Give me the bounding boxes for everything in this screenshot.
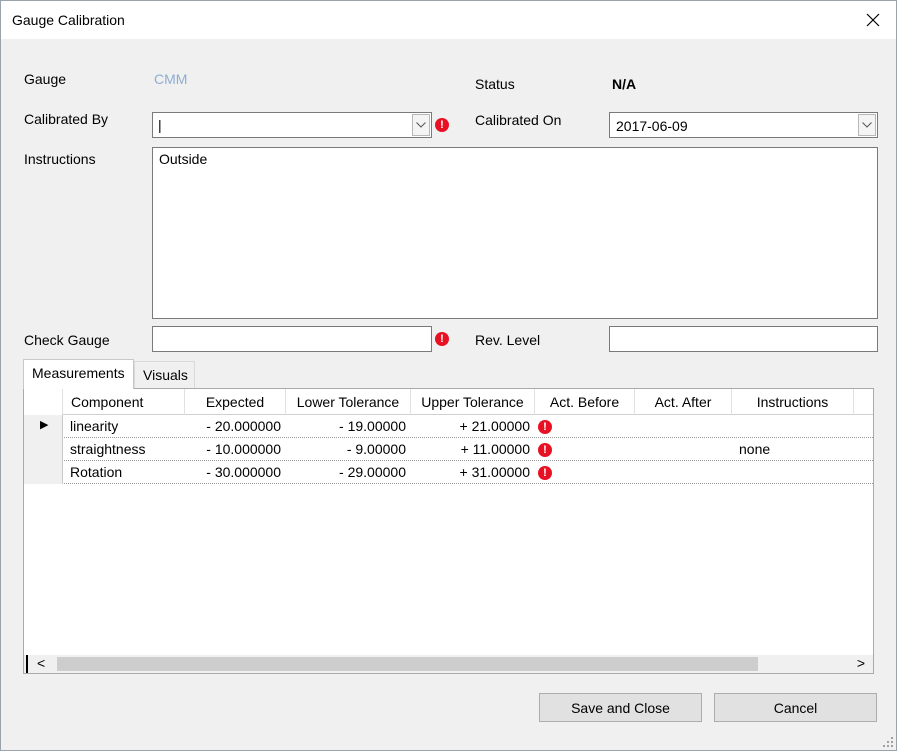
save-and-close-button[interactable]: Save and Close bbox=[539, 693, 702, 722]
tab-visuals[interactable]: Visuals bbox=[134, 361, 195, 388]
calibrated-by-value: | bbox=[158, 117, 162, 133]
gauge-label: Gauge bbox=[24, 71, 67, 87]
cell-expected[interactable]: - 20.000000 bbox=[185, 415, 281, 438]
calibrated-by-dropdown-button[interactable] bbox=[412, 114, 430, 136]
column-header-lower-tolerance[interactable]: Lower Tolerance bbox=[286, 389, 411, 415]
resize-grip-icon[interactable] bbox=[883, 737, 893, 747]
calibrated-on-datepicker[interactable]: 2017-06-09 bbox=[609, 112, 878, 138]
cell-upper-tolerance[interactable]: + 11.00000 bbox=[411, 438, 530, 461]
instructions-textarea[interactable]: Outside bbox=[152, 147, 878, 319]
window-title: Gauge Calibration bbox=[12, 12, 125, 28]
row-error-icon: ! bbox=[538, 420, 552, 434]
cell-expected[interactable]: - 10.000000 bbox=[185, 438, 281, 461]
row-error-icon: ! bbox=[538, 443, 552, 457]
cell-lower-tolerance[interactable]: - 9.00000 bbox=[286, 438, 406, 461]
instructions-value: Outside bbox=[159, 151, 208, 167]
grid-header: Component Expected Lower Tolerance Upper… bbox=[24, 389, 873, 415]
scroll-left-icon[interactable]: < bbox=[37, 655, 45, 671]
current-row-indicator-icon: ▶ bbox=[40, 419, 49, 431]
row-header[interactable] bbox=[24, 438, 63, 461]
calibrated-by-error-icon: ! bbox=[435, 118, 449, 132]
cell-instructions[interactable]: none bbox=[739, 438, 854, 461]
cell-act-after[interactable] bbox=[635, 461, 732, 484]
cell-upper-tolerance[interactable]: + 21.00000 bbox=[411, 415, 530, 438]
calibrated-by-combobox[interactable]: | bbox=[152, 112, 432, 138]
cell-instructions[interactable] bbox=[739, 461, 854, 484]
instructions-label: Instructions bbox=[24, 151, 96, 167]
rev-level-label: Rev. Level bbox=[475, 332, 541, 348]
scrollbar-edge bbox=[26, 655, 29, 673]
row-error-icon: ! bbox=[538, 466, 552, 480]
column-header-act-after[interactable]: Act. After bbox=[635, 389, 732, 415]
cell-component[interactable]: Rotation bbox=[70, 461, 185, 484]
calibrated-on-value: 2017-06-09 bbox=[616, 118, 688, 134]
gauge-calibration-dialog: Gauge Calibration Gauge CMM Status N/A C… bbox=[0, 0, 897, 751]
calibrated-on-dropdown-button[interactable] bbox=[858, 114, 876, 136]
title-bar: Gauge Calibration bbox=[1, 1, 896, 39]
chevron-down-icon bbox=[862, 122, 872, 128]
column-header-expected[interactable]: Expected bbox=[185, 389, 286, 415]
column-header-upper-tolerance[interactable]: Upper Tolerance bbox=[411, 389, 535, 415]
status-value: N/A bbox=[612, 76, 637, 92]
calibrated-by-label: Calibrated By bbox=[24, 111, 109, 127]
cell-component[interactable]: linearity bbox=[70, 415, 185, 438]
chevron-down-icon bbox=[416, 122, 426, 128]
gauge-value: CMM bbox=[154, 71, 188, 87]
check-gauge-error-icon: ! bbox=[435, 332, 449, 346]
table-row[interactable]: straightness - 10.000000 - 9.00000 + 11.… bbox=[24, 438, 873, 461]
column-header-act-before[interactable]: Act. Before bbox=[535, 389, 635, 415]
cell-expected[interactable]: - 30.000000 bbox=[185, 461, 281, 484]
close-button[interactable] bbox=[850, 1, 896, 39]
row-header[interactable]: ▶ bbox=[24, 415, 63, 438]
cancel-button[interactable]: Cancel bbox=[714, 693, 877, 722]
cell-upper-tolerance[interactable]: + 31.00000 bbox=[411, 461, 530, 484]
cell-instructions[interactable] bbox=[739, 415, 854, 438]
cell-act-after[interactable] bbox=[635, 415, 732, 438]
cell-lower-tolerance[interactable]: - 29.00000 bbox=[286, 461, 406, 484]
scroll-right-icon[interactable]: > bbox=[857, 655, 865, 671]
row-header-corner bbox=[24, 389, 63, 415]
measurements-grid: Component Expected Lower Tolerance Upper… bbox=[23, 388, 874, 674]
calibrated-on-label: Calibrated On bbox=[475, 112, 562, 128]
cell-component[interactable]: straightness bbox=[70, 438, 185, 461]
column-header-component[interactable]: Component bbox=[63, 389, 185, 415]
check-gauge-label: Check Gauge bbox=[24, 332, 110, 348]
scrollbar-thumb[interactable] bbox=[57, 657, 758, 671]
table-row[interactable]: Rotation - 30.000000 - 29.00000 + 31.000… bbox=[24, 461, 873, 484]
rev-level-input[interactable] bbox=[609, 326, 878, 352]
row-header[interactable] bbox=[24, 461, 63, 484]
close-icon bbox=[866, 13, 880, 27]
cell-lower-tolerance[interactable]: - 19.00000 bbox=[286, 415, 406, 438]
horizontal-scrollbar[interactable]: < > bbox=[24, 655, 873, 673]
cell-act-after[interactable] bbox=[635, 438, 732, 461]
tab-measurements[interactable]: Measurements bbox=[23, 359, 134, 389]
column-header-instructions[interactable]: Instructions bbox=[732, 389, 854, 415]
check-gauge-input[interactable] bbox=[152, 326, 432, 352]
table-row[interactable]: ▶ linearity - 20.000000 - 19.00000 + 21.… bbox=[24, 415, 873, 438]
status-label: Status bbox=[475, 76, 515, 92]
